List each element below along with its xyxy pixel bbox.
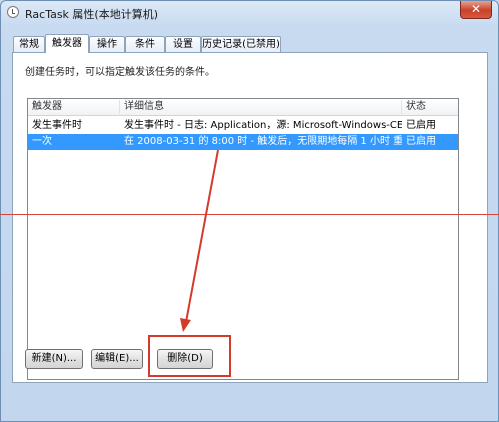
tab-history[interactable]: 历史记录(已禁用) xyxy=(201,36,281,52)
column-header-details[interactable]: 详细信息 xyxy=(120,100,402,114)
column-header-trigger[interactable]: 触发器 xyxy=(28,100,120,114)
row-status: 已启用 xyxy=(406,120,436,131)
triggers-panel: 创建任务时，可以指定触发该任务的条件。 触发器 详细信息 状态 发生事件时 发生… xyxy=(12,52,488,383)
properties-window: RacTask 属性(本地计算机) ✕ 常规 触发器 操作 条件 设置 历史记录… xyxy=(0,0,499,422)
window-title: RacTask 属性(本地计算机) xyxy=(25,8,159,21)
row-status: 已启用 xyxy=(406,136,436,147)
row-trigger: 一次 xyxy=(32,136,52,147)
title-bar: RacTask 属性(本地计算机) ✕ xyxy=(1,1,498,25)
edit-trigger-button[interactable]: 编辑(E)... xyxy=(91,349,143,369)
column-header-status[interactable]: 状态 xyxy=(402,100,458,114)
table-row-selected[interactable]: 一次 在 2008-03-31 的 8:00 时 - 触发后，无限期地每隔 1 … xyxy=(28,134,458,150)
list-header: 触发器 详细信息 状态 xyxy=(28,99,458,116)
new-trigger-button[interactable]: 新建(N)... xyxy=(25,349,83,369)
tab-actions[interactable]: 操作 xyxy=(89,36,125,52)
clock-icon xyxy=(7,6,19,18)
table-row[interactable]: 发生事件时 发生事件时 - 日志: Application，源: Microso… xyxy=(28,118,458,134)
tab-triggers[interactable]: 触发器 xyxy=(45,34,89,53)
tab-general[interactable]: 常规 xyxy=(13,36,45,52)
tab-conditions[interactable]: 条件 xyxy=(125,36,165,52)
panel-description: 创建任务时，可以指定触发该任务的条件。 xyxy=(25,67,215,78)
close-button[interactable]: ✕ xyxy=(460,1,492,19)
row-details: 发生事件时 - 日志: Application，源: Microsoft-Win… xyxy=(124,120,402,131)
triggers-list[interactable]: 触发器 详细信息 状态 发生事件时 发生事件时 - 日志: Applicatio… xyxy=(27,98,459,380)
row-trigger: 发生事件时 xyxy=(32,120,82,131)
delete-trigger-button[interactable]: 删除(D) xyxy=(157,349,213,369)
row-details: 在 2008-03-31 的 8:00 时 - 触发后，无限期地每隔 1 小时 … xyxy=(124,136,402,147)
tab-settings[interactable]: 设置 xyxy=(165,36,201,52)
